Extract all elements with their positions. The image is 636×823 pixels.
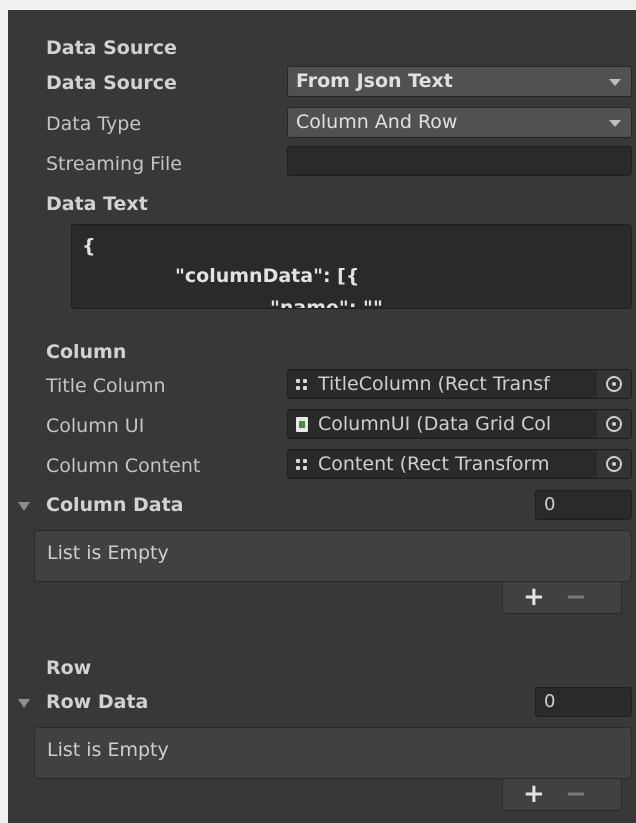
title-column-value: TitleColumn (Rect Transf <box>318 373 550 395</box>
data-text-line: { <box>82 235 96 257</box>
column-content-value: Content (Rect Transform <box>318 453 550 475</box>
remove-item-button[interactable]: − <box>565 582 587 612</box>
column-ui-value: ColumnUI (Data Grid Col <box>318 413 552 435</box>
foldout-triangle-icon[interactable] <box>18 502 30 511</box>
object-picker-icon[interactable] <box>597 370 631 398</box>
section-header-row: Row <box>46 657 92 679</box>
section-header-column: Column <box>46 341 127 363</box>
row-data-list-footer: + − <box>502 779 622 811</box>
add-item-button[interactable]: + <box>523 582 545 612</box>
row-data-list: List is Empty <box>34 727 632 779</box>
row-data-count[interactable]: 0 <box>535 687 632 717</box>
streaming-file-label: Streaming File <box>46 153 182 175</box>
script-icon <box>296 417 308 432</box>
section-header-data-source: Data Source <box>46 37 177 59</box>
object-picker-icon[interactable] <box>597 410 631 438</box>
column-data-count[interactable]: 0 <box>535 490 632 520</box>
data-type-dropdown[interactable]: Column And Row <box>287 107 632 138</box>
data-text-area[interactable]: { "columnData": [{ "name": "" <box>71 224 632 309</box>
row-data-label[interactable]: Row Data <box>46 690 148 714</box>
object-picker-icon[interactable] <box>597 450 631 478</box>
data-type-label: Data Type <box>46 113 142 135</box>
data-text-label: Data Text <box>46 193 148 215</box>
data-text-line: "columnData": [{ <box>175 265 360 287</box>
data-source-value: From Json Text <box>296 70 453 92</box>
list-empty-text: List is Empty <box>47 739 169 761</box>
column-data-list: List is Empty <box>34 530 632 582</box>
data-text-line: "name": "" <box>270 297 383 309</box>
data-source-label: Data Source <box>46 72 177 94</box>
column-data-list-footer: + − <box>502 582 622 614</box>
streaming-file-input[interactable] <box>287 146 632 176</box>
window-border-top <box>0 0 636 10</box>
rect-transform-icon <box>296 379 308 391</box>
add-item-button[interactable]: + <box>523 779 545 809</box>
foldout-triangle-icon[interactable] <box>18 699 30 708</box>
chevron-down-icon <box>609 120 621 127</box>
window-border-left <box>0 0 8 823</box>
chevron-down-icon <box>609 79 621 86</box>
remove-item-button[interactable]: − <box>565 779 587 809</box>
data-source-dropdown[interactable]: From Json Text <box>287 66 632 97</box>
column-ui-label: Column UI <box>46 415 145 437</box>
inspector-panel: Data Source Data Source From Json Text D… <box>8 10 636 823</box>
title-column-label: Title Column <box>46 375 166 397</box>
column-content-label: Column Content <box>46 455 201 477</box>
data-type-value: Column And Row <box>296 111 458 133</box>
column-content-field[interactable]: Content (Rect Transform <box>287 449 632 479</box>
column-ui-field[interactable]: ColumnUI (Data Grid Col <box>287 409 632 439</box>
list-empty-text: List is Empty <box>47 542 169 564</box>
rect-transform-icon <box>296 459 308 471</box>
title-column-field[interactable]: TitleColumn (Rect Transf <box>287 369 632 399</box>
column-data-label[interactable]: Column Data <box>46 493 183 517</box>
